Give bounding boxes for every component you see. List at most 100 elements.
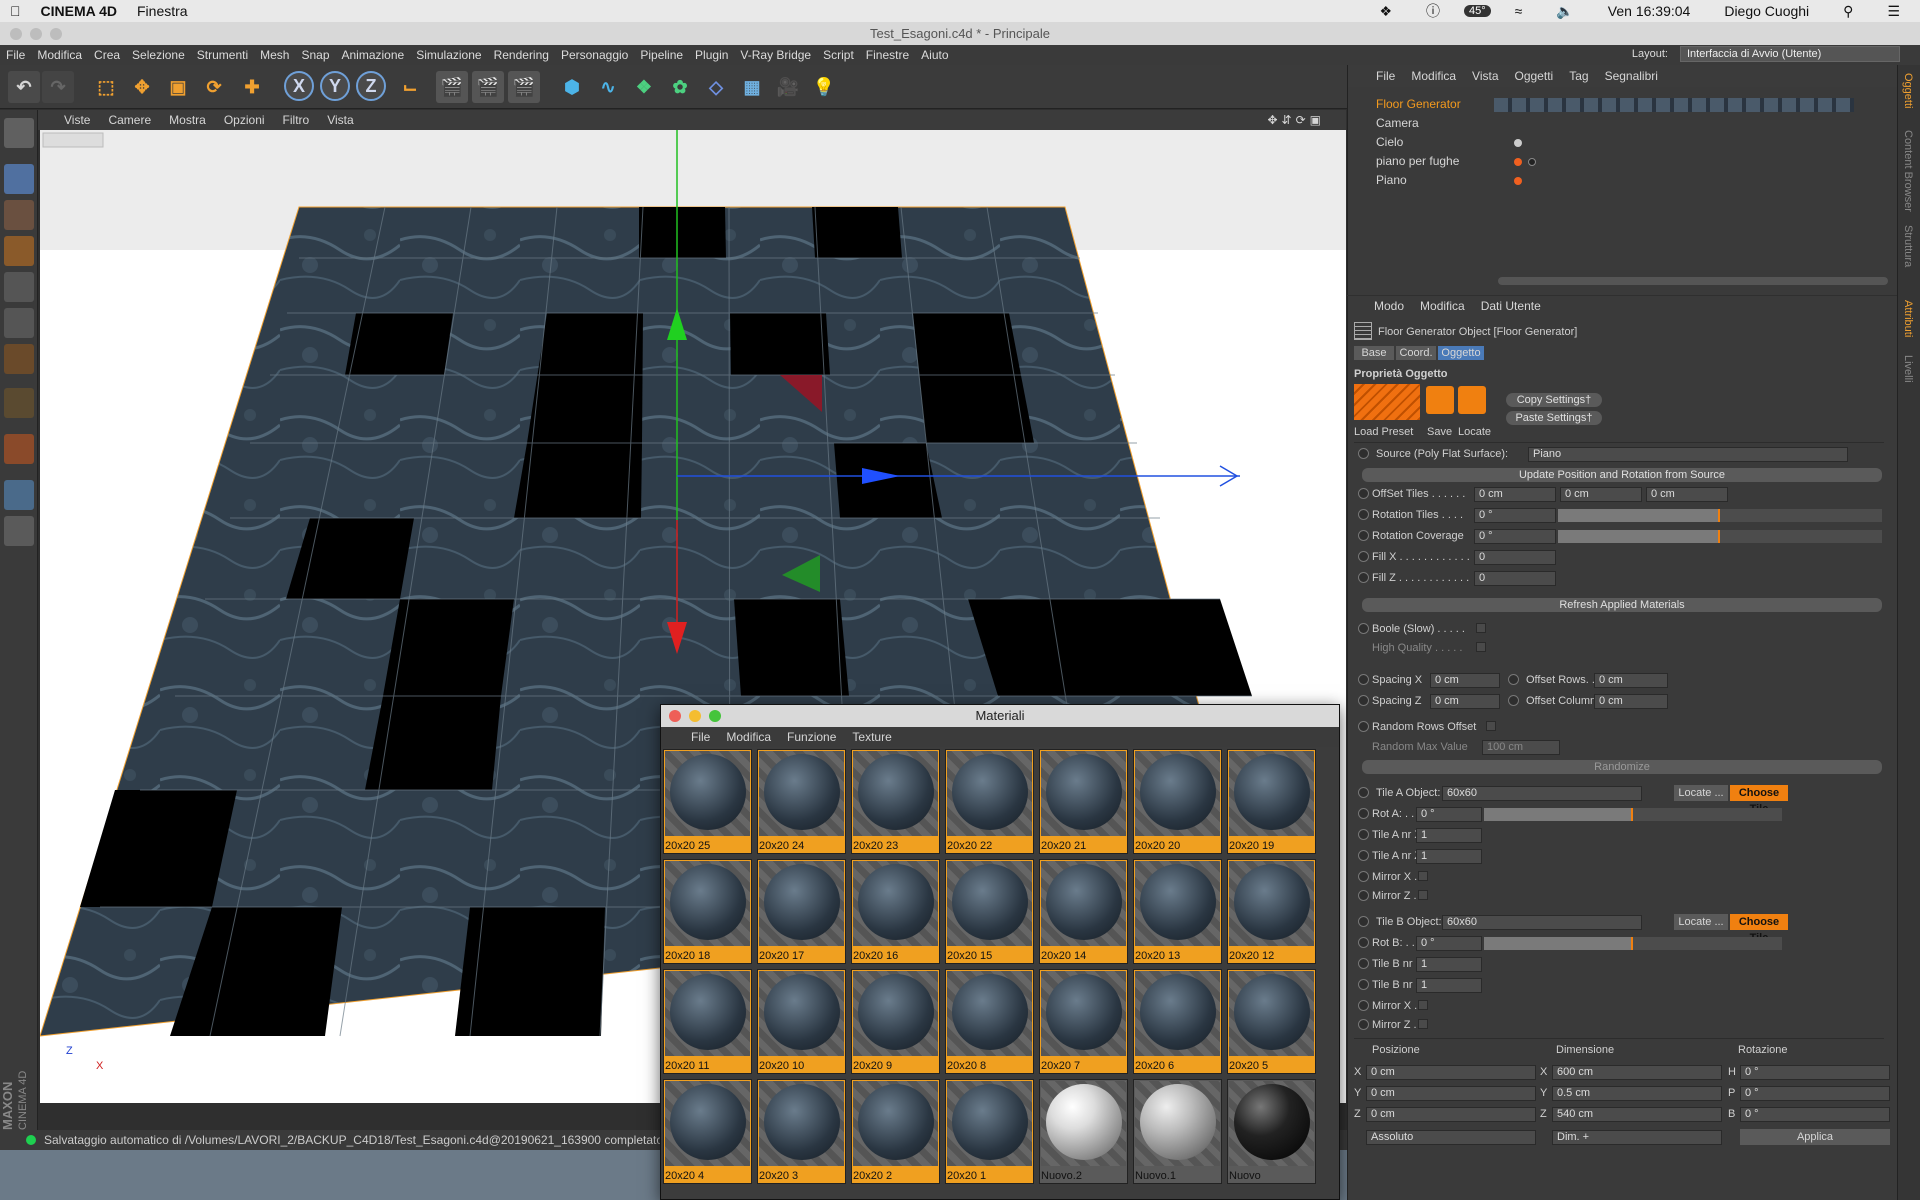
materials-menu-modifica[interactable]: Modifica bbox=[718, 730, 779, 744]
app-name-menu[interactable]: CINEMA 4D bbox=[31, 3, 128, 19]
material-swatch[interactable]: 20x20 24 bbox=[757, 749, 846, 854]
texture-mode-icon[interactable] bbox=[4, 200, 34, 230]
animate-radio[interactable] bbox=[1508, 695, 1519, 706]
material-swatch[interactable]: 20x20 14 bbox=[1039, 859, 1128, 964]
bend-deformer-icon[interactable]: ◇ bbox=[700, 71, 732, 103]
menu-strumenti[interactable]: Strumenti bbox=[191, 48, 254, 62]
object-row-piano-per-fughe[interactable]: piano per fughe bbox=[1356, 152, 1886, 171]
animate-radio[interactable] bbox=[1358, 530, 1369, 541]
paste-settings-button[interactable]: Paste Settings† bbox=[1506, 411, 1602, 425]
animate-radio[interactable] bbox=[1358, 871, 1369, 882]
dimension-y-field[interactable]: 0.5 cm bbox=[1552, 1086, 1722, 1101]
scale-icon[interactable]: ▣ bbox=[162, 71, 194, 103]
obj-menu-vista[interactable]: Vista bbox=[1464, 69, 1506, 83]
tile-a-field[interactable]: 60x60 bbox=[1442, 786, 1642, 801]
load-preset-icon[interactable] bbox=[1354, 384, 1420, 420]
material-swatch[interactable]: 20x20 9 bbox=[851, 969, 940, 1074]
move-icon[interactable]: ✥ bbox=[126, 71, 158, 103]
menu-mesh[interactable]: Mesh bbox=[254, 48, 295, 62]
obj-menu-oggetti[interactable]: Oggetti bbox=[1507, 69, 1562, 83]
material-swatch[interactable]: 20x20 10 bbox=[757, 969, 846, 1074]
tag-icon[interactable] bbox=[1514, 176, 1522, 185]
mirror-z-b-checkbox[interactable] bbox=[1418, 1019, 1428, 1029]
tab-coord[interactable]: Coord. bbox=[1396, 346, 1436, 360]
boole-checkbox[interactable] bbox=[1476, 623, 1486, 633]
y-axis-lock-button[interactable]: Y bbox=[320, 71, 350, 101]
position-x-field[interactable]: 0 cm bbox=[1366, 1065, 1536, 1080]
workplane-lock-icon[interactable] bbox=[4, 516, 34, 546]
animate-radio[interactable] bbox=[1358, 890, 1369, 901]
spotlight-icon[interactable]: ⚲ bbox=[1833, 3, 1863, 20]
render-settings-icon[interactable]: 🎬 bbox=[508, 71, 540, 103]
rot-b-field[interactable]: 0 ° bbox=[1416, 936, 1482, 951]
material-swatch[interactable]: 20x20 22 bbox=[945, 749, 1034, 854]
notification-icon[interactable]: ☰ bbox=[1877, 3, 1910, 20]
menu-animazione[interactable]: Animazione bbox=[336, 48, 411, 62]
workplane-icon[interactable] bbox=[4, 236, 34, 266]
menu-modifica[interactable]: Modifica bbox=[31, 48, 88, 62]
obj-menu-tag[interactable]: Tag bbox=[1561, 69, 1596, 83]
attr-menu-dati-utente[interactable]: Dati Utente bbox=[1473, 299, 1549, 313]
tab-oggetti[interactable]: Oggetti bbox=[1902, 73, 1914, 108]
rot-b-slider[interactable] bbox=[1484, 937, 1782, 950]
rotation-b-field[interactable]: 0 ° bbox=[1740, 1107, 1890, 1122]
tile-a-nr-z-field[interactable]: 1 bbox=[1416, 849, 1482, 864]
animate-radio[interactable] bbox=[1358, 674, 1369, 685]
material-swatch[interactable]: Nuovo bbox=[1227, 1079, 1316, 1184]
applica-button[interactable]: Applica bbox=[1740, 1129, 1890, 1145]
attr-menu-modifica[interactable]: Modifica bbox=[1412, 299, 1473, 313]
menu-aiuto[interactable]: Aiuto bbox=[915, 48, 954, 62]
pen-spline-icon[interactable]: ∿ bbox=[592, 71, 624, 103]
z-axis-lock-button[interactable]: Z bbox=[356, 71, 386, 101]
zoom-icon[interactable] bbox=[709, 710, 721, 722]
select-icon[interactable]: ⬚ bbox=[90, 71, 122, 103]
animate-radio[interactable] bbox=[1358, 1000, 1369, 1011]
menu-script[interactable]: Script bbox=[817, 48, 860, 62]
light-icon[interactable]: 💡 bbox=[808, 71, 840, 103]
rotation-coverage-field[interactable]: 0 ° bbox=[1474, 529, 1556, 544]
refresh-materials-button[interactable]: Refresh Applied Materials bbox=[1362, 598, 1882, 612]
tab-attributi[interactable]: Attributi bbox=[1902, 300, 1914, 337]
materials-menu-funzione[interactable]: Funzione bbox=[779, 730, 844, 744]
user-name[interactable]: Diego Cuoghi bbox=[1714, 3, 1819, 19]
material-swatch[interactable]: 20x20 1 bbox=[945, 1079, 1034, 1184]
offset-columns-field[interactable]: 0 cm bbox=[1594, 694, 1668, 709]
spacing-x-field[interactable]: 0 cm bbox=[1430, 673, 1500, 688]
locate-folder-icon[interactable] bbox=[1458, 386, 1486, 414]
fill-x-field[interactable]: 0 bbox=[1474, 550, 1556, 565]
rotate-icon[interactable]: ⟳ bbox=[198, 71, 230, 103]
menu-pipeline[interactable]: Pipeline bbox=[634, 48, 689, 62]
magnet-icon[interactable] bbox=[4, 434, 34, 464]
tab-livelli[interactable]: Livelli bbox=[1902, 355, 1914, 383]
material-swatch[interactable]: 20x20 5 bbox=[1227, 969, 1316, 1074]
tile-a-nr-x-field[interactable]: 1 bbox=[1416, 828, 1482, 843]
live-select-icon[interactable]: ✚ bbox=[236, 71, 268, 103]
menu-rendering[interactable]: Rendering bbox=[488, 48, 555, 62]
tab-struttura[interactable]: Struttura bbox=[1902, 225, 1914, 267]
render-picture-viewer-icon[interactable]: 🎬 bbox=[472, 71, 504, 103]
floor-icon[interactable]: ▦ bbox=[736, 71, 768, 103]
points-mode-icon[interactable] bbox=[4, 272, 34, 302]
materials-menu-texture[interactable]: Texture bbox=[844, 730, 899, 744]
copy-settings-button[interactable]: Copy Settings† bbox=[1506, 393, 1602, 407]
menu-plugin[interactable]: Plugin bbox=[689, 48, 734, 62]
cube-icon[interactable]: ⬢ bbox=[556, 71, 588, 103]
animate-radio[interactable] bbox=[1358, 623, 1369, 634]
animate-radio[interactable] bbox=[1358, 448, 1369, 459]
offset-tiles-y-field[interactable]: 0 cm bbox=[1560, 487, 1642, 502]
offset-tiles-z-field[interactable]: 0 cm bbox=[1646, 487, 1728, 502]
material-swatch[interactable]: 20x20 17 bbox=[757, 859, 846, 964]
snap-icon[interactable] bbox=[4, 480, 34, 510]
animate-radio[interactable] bbox=[1358, 958, 1369, 969]
material-swatch[interactable]: 20x20 15 bbox=[945, 859, 1034, 964]
rotation-h-field[interactable]: 0 ° bbox=[1740, 1065, 1890, 1080]
material-swatch[interactable]: 20x20 21 bbox=[1039, 749, 1128, 854]
menu-file[interactable]: File bbox=[0, 48, 31, 62]
wifi-icon[interactable]: ≈ bbox=[1505, 3, 1533, 19]
minimize-window-button[interactable] bbox=[30, 28, 42, 40]
dimension-mode-select[interactable]: Dim. + bbox=[1552, 1130, 1722, 1145]
redo-icon[interactable]: ↷ bbox=[42, 71, 74, 103]
tag-icon[interactable] bbox=[1514, 157, 1522, 166]
animate-radio[interactable] bbox=[1358, 572, 1369, 583]
material-swatch[interactable]: 20x20 11 bbox=[663, 969, 752, 1074]
